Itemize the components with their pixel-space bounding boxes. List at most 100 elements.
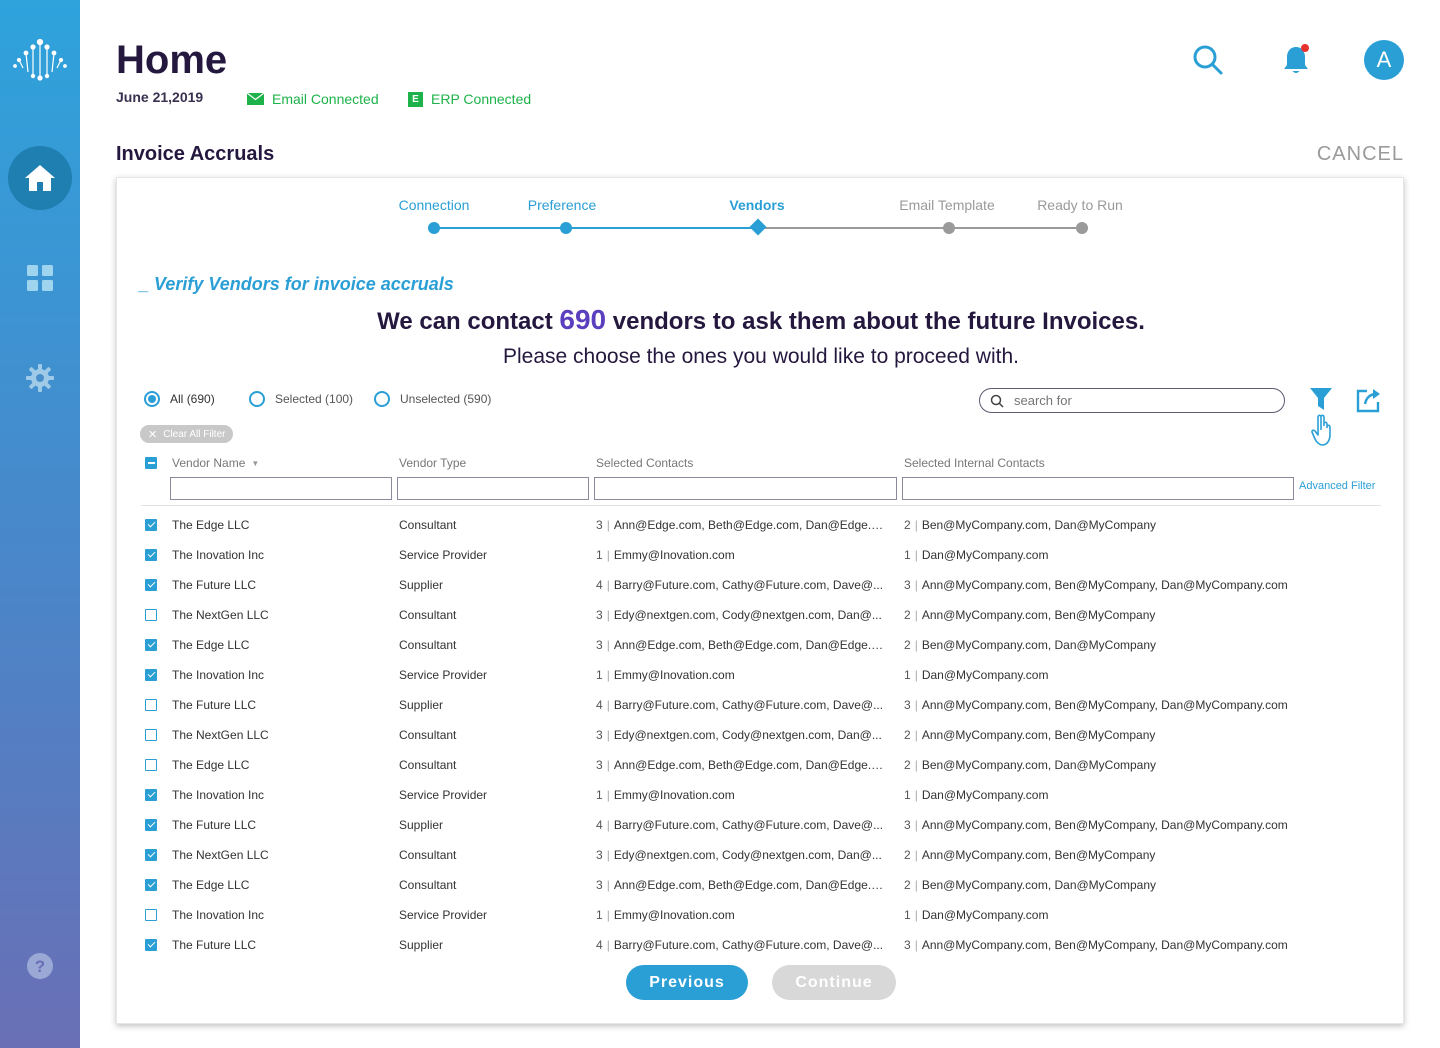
step-email-template[interactable]: Email Template bbox=[899, 197, 994, 213]
selected-contacts[interactable]: 3 | Edy@nextgen.com, Cody@nextgen.com, Dan… bbox=[596, 840, 886, 870]
select-all-checkbox[interactable] bbox=[145, 457, 157, 469]
table-row[interactable]: The Edge LLC Consultant 3 | Ann@Edge.com, Be… bbox=[117, 750, 1405, 780]
internal-contacts[interactable]: 3 | Ann@MyCompany.com, Ben@MyCompany, Dan@… bbox=[904, 930, 1324, 960]
table-row[interactable]: The Edge LLC Consultant 3 | Ann@Edge.com, Be… bbox=[117, 630, 1405, 660]
row-checkbox[interactable] bbox=[145, 819, 157, 831]
row-checkbox[interactable] bbox=[145, 729, 157, 741]
table-row[interactable]: The Inovation Inc Service Provider 1 | Emmy@… bbox=[117, 900, 1405, 930]
table-row[interactable]: The Future LLC Supplier 4 | Barry@Future.com… bbox=[117, 930, 1405, 960]
selected-contacts[interactable]: 3 | Edy@nextgen.com, Cody@nextgen.com, Dan… bbox=[596, 720, 886, 750]
internal-contacts[interactable]: 3 | Ann@MyCompany.com, Ben@MyCompany, Dan@… bbox=[904, 810, 1324, 840]
table-row[interactable]: The Inovation Inc Service Provider 1 | Emmy@… bbox=[117, 660, 1405, 690]
selected-contacts[interactable]: 3 | Ann@Edge.com, Beth@Edge.com, Dan@Edge.… bbox=[596, 870, 886, 900]
step-preference[interactable]: Preference bbox=[528, 197, 596, 213]
row-checkbox[interactable] bbox=[145, 609, 157, 621]
internal-contacts[interactable]: 3 | Ann@MyCompany.com, Ben@MyCompany, Dan@… bbox=[904, 570, 1324, 600]
clear-all-filter-chip[interactable]: ✕ Clear All Filter bbox=[140, 425, 234, 443]
selected-contacts[interactable]: 3 | Edy@nextgen.com, Cody@nextgen.com, Dan… bbox=[596, 600, 886, 630]
avatar[interactable]: A bbox=[1364, 40, 1404, 80]
internal-contacts[interactable]: 2 | Ben@MyCompany.com, Dan@MyCompany bbox=[904, 750, 1324, 780]
column-header-internal-contacts[interactable]: Selected Internal Contacts bbox=[904, 456, 1045, 470]
table-row[interactable]: The NextGen LLC Consultant 3 | Edy@nextgen.c… bbox=[117, 840, 1405, 870]
table-row[interactable]: The Future LLC Supplier 4 | Barry@Future.com… bbox=[117, 570, 1405, 600]
internal-contacts-filter-input[interactable] bbox=[902, 477, 1294, 500]
selected-contacts[interactable]: 4 | Barry@Future.com, Cathy@Future.com, Da… bbox=[596, 690, 886, 720]
sidebar-item-dashboard[interactable] bbox=[24, 262, 56, 294]
row-checkbox[interactable] bbox=[145, 669, 157, 681]
selected-contacts[interactable]: 4 | Barry@Future.com, Cathy@Future.com, Da… bbox=[596, 570, 886, 600]
table-row[interactable]: The Edge LLC Consultant 3 | Ann@Edge.com, Be… bbox=[117, 510, 1405, 540]
internal-contacts[interactable]: 3 | Ann@MyCompany.com, Ben@MyCompany, Dan@… bbox=[904, 690, 1324, 720]
row-checkbox[interactable] bbox=[145, 549, 157, 561]
internal-contacts[interactable]: 2 | Ann@MyCompany.com, Ben@MyCompany bbox=[904, 720, 1324, 750]
row-checkbox[interactable] bbox=[145, 849, 157, 861]
table-row[interactable]: The Future LLC Supplier 4 | Barry@Future.com… bbox=[117, 690, 1405, 720]
continue-button[interactable]: Continue bbox=[772, 965, 896, 1000]
row-checkbox[interactable] bbox=[145, 699, 157, 711]
selected-contacts[interactable]: 1 | Emmy@Inovation.com bbox=[596, 900, 886, 930]
sidebar-item-settings[interactable] bbox=[24, 362, 56, 394]
radio-all-control[interactable] bbox=[144, 391, 160, 407]
vendor-type-filter-input[interactable] bbox=[397, 477, 589, 500]
column-header-selected-contacts[interactable]: Selected Contacts bbox=[596, 456, 693, 470]
selected-contacts-filter-input[interactable] bbox=[594, 477, 897, 500]
sidebar-item-help[interactable]: ? bbox=[24, 950, 56, 982]
row-checkbox[interactable] bbox=[145, 789, 157, 801]
table-row[interactable]: The Inovation Inc Service Provider 1 | Emmy@… bbox=[117, 540, 1405, 570]
selected-contacts[interactable]: 1 | Emmy@Inovation.com bbox=[596, 780, 886, 810]
internal-contacts[interactable]: 1 | Dan@MyCompany.com bbox=[904, 540, 1324, 570]
selected-contacts[interactable]: 3 | Ann@Edge.com, Beth@Edge.com, Dan@Edge.… bbox=[596, 510, 886, 540]
previous-button[interactable]: Previous bbox=[626, 965, 748, 1000]
step-vendors[interactable]: Vendors bbox=[729, 197, 784, 213]
row-checkbox[interactable] bbox=[145, 759, 157, 771]
selected-contacts[interactable]: 1 | Emmy@Inovation.com bbox=[596, 660, 886, 690]
step-connection[interactable]: Connection bbox=[399, 197, 470, 213]
row-checkbox[interactable] bbox=[145, 909, 157, 921]
table-row[interactable]: The NextGen LLC Consultant 3 | Edy@nextgen.c… bbox=[117, 600, 1405, 630]
selected-contacts[interactable]: 4 | Barry@Future.com, Cathy@Future.com, Da… bbox=[596, 930, 886, 960]
vendor-search[interactable] bbox=[979, 388, 1285, 413]
internal-contacts[interactable]: 1 | Dan@MyCompany.com bbox=[904, 900, 1324, 930]
selected-contacts[interactable]: 3 | Ann@Edge.com, Beth@Edge.com, Dan@Edge.… bbox=[596, 750, 886, 780]
row-checkbox[interactable] bbox=[145, 519, 157, 531]
vendor-search-input[interactable] bbox=[1014, 393, 1254, 408]
table-row[interactable]: The Future LLC Supplier 4 | Barry@Future.com… bbox=[117, 810, 1405, 840]
internal-contacts[interactable]: 2 | Ann@MyCompany.com, Ben@MyCompany bbox=[904, 600, 1324, 630]
internal-contacts[interactable]: 2 | Ben@MyCompany.com, Dan@MyCompany bbox=[904, 510, 1324, 540]
column-header-vendor-type[interactable]: Vendor Type bbox=[399, 456, 466, 470]
selected-contacts[interactable]: 3 | Ann@Edge.com, Beth@Edge.com, Dan@Edge.… bbox=[596, 630, 886, 660]
internal-count: 1 bbox=[904, 668, 911, 682]
filter-button[interactable] bbox=[1307, 386, 1337, 450]
row-checkbox[interactable] bbox=[145, 939, 157, 951]
selected-contacts[interactable]: 4 | Barry@Future.com, Cathy@Future.com, Da… bbox=[596, 810, 886, 840]
sort-down-icon[interactable]: ▼ bbox=[251, 459, 259, 468]
row-checkbox[interactable] bbox=[145, 579, 157, 591]
table-row[interactable]: The NextGen LLC Consultant 3 | Edy@nextgen.c… bbox=[117, 720, 1405, 750]
close-icon[interactable]: ✕ bbox=[148, 428, 157, 441]
radio-selected-control[interactable] bbox=[249, 391, 265, 407]
cancel-button[interactable]: CANCEL bbox=[1317, 143, 1404, 166]
internal-contacts[interactable]: 2 | Ann@MyCompany.com, Ben@MyCompany bbox=[904, 840, 1324, 870]
radio-unselected[interactable]: Unselected (590) bbox=[374, 391, 491, 407]
radio-unselected-control[interactable] bbox=[374, 391, 390, 407]
row-checkbox[interactable] bbox=[145, 879, 157, 891]
internal-contacts[interactable]: 1 | Dan@MyCompany.com bbox=[904, 780, 1324, 810]
app-logo-icon[interactable] bbox=[12, 38, 68, 82]
notifications-button[interactable] bbox=[1276, 40, 1316, 80]
table-row[interactable]: The Inovation Inc Service Provider 1 | Emmy@… bbox=[117, 780, 1405, 810]
table-row[interactable]: The Edge LLC Consultant 3 | Ann@Edge.com, Be… bbox=[117, 870, 1405, 900]
selected-contacts[interactable]: 1 | Emmy@Inovation.com bbox=[596, 540, 886, 570]
radio-all[interactable]: All (690) bbox=[144, 391, 215, 407]
sidebar-item-home[interactable] bbox=[8, 146, 72, 210]
row-checkbox[interactable] bbox=[145, 639, 157, 651]
vendor-name-filter-input[interactable] bbox=[170, 477, 392, 500]
internal-contacts[interactable]: 2 | Ben@MyCompany.com, Dan@MyCompany bbox=[904, 870, 1324, 900]
advanced-filter-link[interactable]: Advanced Filter bbox=[1299, 480, 1375, 492]
internal-contacts[interactable]: 2 | Ben@MyCompany.com, Dan@MyCompany bbox=[904, 630, 1324, 660]
step-ready-to-run[interactable]: Ready to Run bbox=[1037, 197, 1123, 213]
search-button[interactable] bbox=[1188, 40, 1228, 80]
radio-selected[interactable]: Selected (100) bbox=[249, 391, 353, 407]
export-button[interactable] bbox=[1355, 386, 1383, 414]
internal-contacts[interactable]: 1 | Dan@MyCompany.com bbox=[904, 660, 1324, 690]
column-header-vendor-name[interactable]: Vendor Name ▼ bbox=[172, 456, 259, 470]
